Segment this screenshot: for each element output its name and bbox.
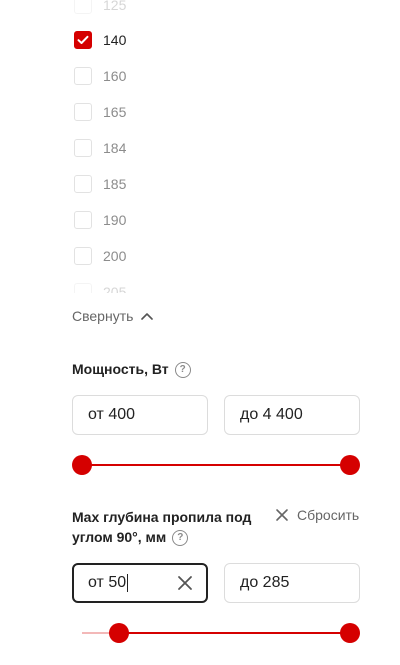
filter-option-label: 165 xyxy=(103,104,127,120)
collapse-label: Свернуть xyxy=(72,308,134,324)
checkbox[interactable] xyxy=(74,247,92,265)
filter-option-label: 184 xyxy=(103,140,127,156)
help-icon[interactable]: ? xyxy=(174,362,191,379)
filter-option-label: 205 xyxy=(103,284,127,293)
checkbox[interactable] xyxy=(74,0,92,14)
depth-from-input[interactable]: от 50 xyxy=(72,563,208,603)
reset-button[interactable]: Сбросить xyxy=(275,507,359,523)
chevron-up-icon xyxy=(141,313,154,320)
power-to-input[interactable]: до 4 400 xyxy=(224,395,360,435)
filter-option-label: 160 xyxy=(103,68,127,84)
filter-option-125[interactable]: 125 xyxy=(74,0,126,15)
power-slider-min-handle[interactable] xyxy=(72,455,92,475)
checkbox[interactable] xyxy=(74,139,92,157)
depth-slider-max-handle[interactable] xyxy=(340,623,360,643)
depth-section-title: Max глубина пропила под углом 90°, мм? xyxy=(72,507,262,547)
checkmark-icon xyxy=(77,35,89,44)
checkbox-checked[interactable] xyxy=(74,31,92,49)
clear-input-icon[interactable] xyxy=(176,574,194,592)
filter-option-184[interactable]: 184 xyxy=(74,138,126,158)
power-from-input[interactable]: от 400 xyxy=(72,395,208,435)
power-section-title: Мощность, Вт? xyxy=(72,359,191,379)
power-from-value: от 400 xyxy=(88,406,136,423)
power-slider-track[interactable] xyxy=(82,464,350,466)
filter-option-label: 125 xyxy=(103,0,127,13)
filter-option-label: 190 xyxy=(103,212,127,228)
depth-to-value: до 285 xyxy=(240,574,290,591)
power-title-text: Мощность, Вт xyxy=(72,361,169,377)
checkbox[interactable] xyxy=(74,103,92,121)
filter-option-140[interactable]: 140 xyxy=(74,30,126,50)
filter-option-200[interactable]: 200 xyxy=(74,246,126,266)
filter-option-190[interactable]: 190 xyxy=(74,210,126,230)
filter-option-205[interactable]: 205 xyxy=(74,282,126,293)
depth-from-value: от 50 xyxy=(88,574,127,591)
depth-slider-track-active[interactable] xyxy=(119,632,350,634)
checkbox[interactable] xyxy=(74,67,92,85)
filter-option-label: 185 xyxy=(103,176,127,192)
checkbox[interactable] xyxy=(74,283,92,293)
power-to-value: до 4 400 xyxy=(240,406,303,423)
text-caret xyxy=(127,574,129,592)
filter-option-185[interactable]: 185 xyxy=(74,174,126,194)
depth-title-line1: Max глубина пропила под xyxy=(72,509,252,525)
filter-option-165[interactable]: 165 xyxy=(74,102,126,122)
help-icon[interactable]: ? xyxy=(172,530,189,547)
checkbox[interactable] xyxy=(74,175,92,193)
depth-slider-min-handle[interactable] xyxy=(109,623,129,643)
checkbox[interactable] xyxy=(74,211,92,229)
filter-option-160[interactable]: 160 xyxy=(74,66,126,86)
depth-title-line2: углом 90°, мм xyxy=(72,529,167,545)
filter-checkbox-list: 125 140 160 165 184 185 190 200 205 xyxy=(74,0,374,293)
close-icon xyxy=(276,509,288,521)
collapse-button[interactable]: Свернуть xyxy=(72,308,154,324)
reset-label: Сбросить xyxy=(297,507,360,523)
depth-to-input[interactable]: до 285 xyxy=(224,563,360,603)
filter-option-label: 200 xyxy=(103,248,127,264)
power-slider-max-handle[interactable] xyxy=(340,455,360,475)
filter-option-label: 140 xyxy=(103,32,127,48)
